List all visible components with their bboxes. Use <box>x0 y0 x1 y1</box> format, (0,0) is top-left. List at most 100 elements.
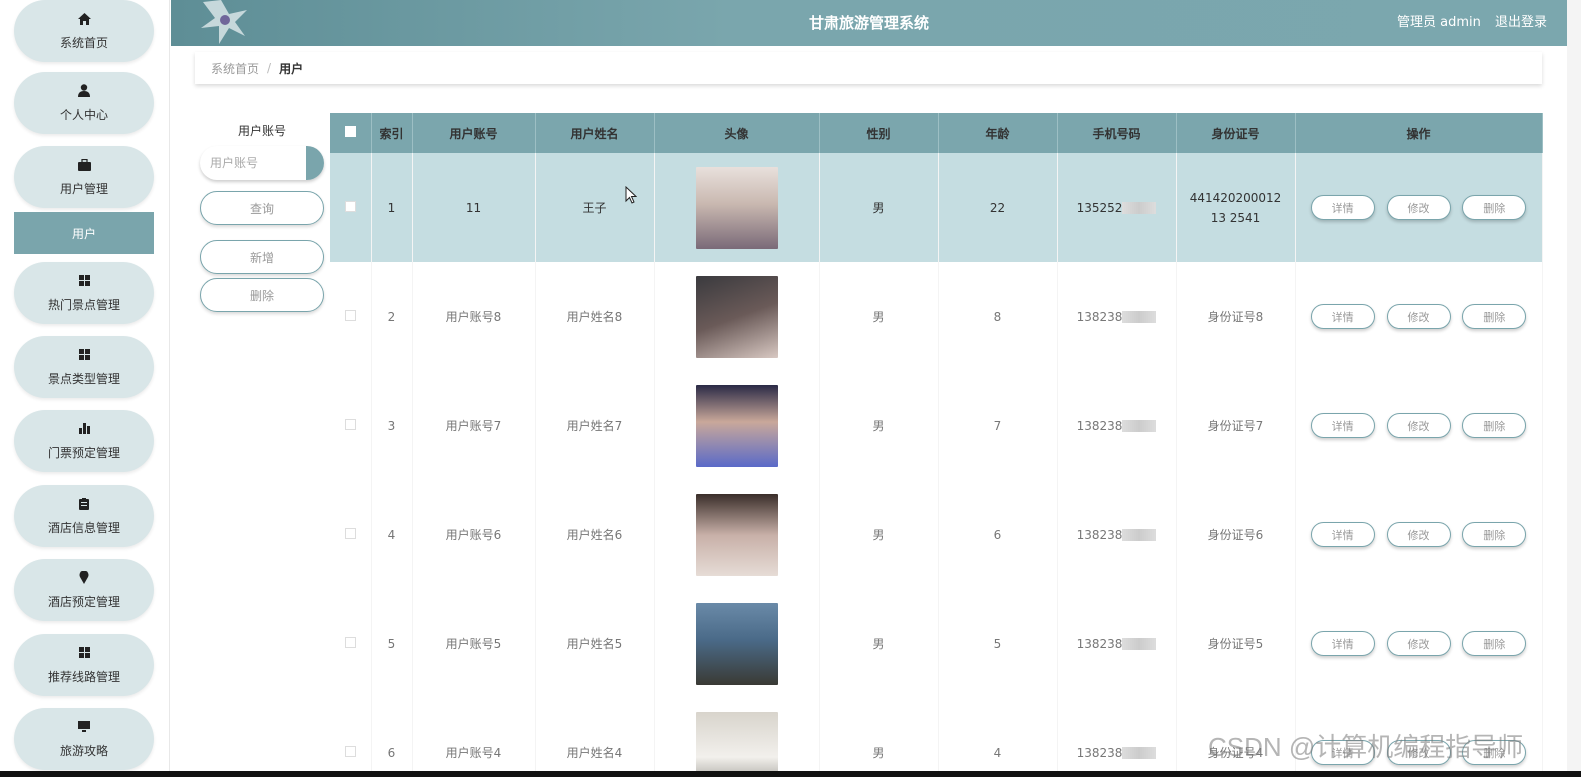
sidebar-item-routes[interactable]: 推荐线路管理 <box>14 634 154 696</box>
edit-button[interactable]: 修改 <box>1386 631 1451 656</box>
account-cell: 11 <box>412 153 536 262</box>
table-row[interactable]: 2 用户账号8 用户姓名8 男 8 138238 身份证号8 详情 修改 删除 <box>330 262 1543 371</box>
edit-button[interactable]: 修改 <box>1386 195 1451 220</box>
row-checkbox[interactable] <box>344 636 356 648</box>
gender-cell: 男 <box>819 153 939 262</box>
grid-icon <box>77 646 91 660</box>
detail-button[interactable]: 详情 <box>1310 631 1375 656</box>
select-all-cell[interactable] <box>330 113 372 153</box>
batch-delete-button[interactable]: 删除 <box>200 278 324 312</box>
phone-redaction <box>1122 747 1157 759</box>
admin-label: 管理员 admin <box>1396 15 1481 30</box>
edit-button[interactable]: 修改 <box>1386 413 1451 438</box>
edit-button[interactable]: 修改 <box>1386 522 1451 547</box>
index-cell: 5 <box>371 589 413 698</box>
mouse-cursor-icon <box>625 186 637 204</box>
table-header-row: 索引 用户账号 用户姓名 头像 性别 年龄 手机号码 身份证号 操作 <box>330 113 1543 153</box>
detail-button[interactable]: 详情 <box>1310 522 1375 547</box>
actions-cell: 详情 修改 删除 <box>1295 371 1543 480</box>
table-row[interactable]: 1 11 王子 男 22 135252 44142020001213 2541 … <box>330 153 1543 262</box>
phone-cell: 138238 <box>1057 480 1177 589</box>
name-cell: 用户姓名6 <box>535 480 655 589</box>
edit-button[interactable]: 修改 <box>1386 304 1451 329</box>
table-row[interactable]: 4 用户账号6 用户姓名6 男 6 138238 身份证号6 详情 修改 删除 <box>330 480 1543 589</box>
sidebar-item-tickets[interactable]: 门票预定管理 <box>14 410 154 472</box>
grid-icon <box>77 348 91 362</box>
idcard-text: 44142020001213 2541 <box>1189 190 1282 225</box>
home-icon <box>77 12 91 26</box>
row-checkbox[interactable] <box>344 418 356 430</box>
table-row[interactable]: 5 用户账号5 用户姓名5 男 5 138238 身份证号5 详情 修改 删除 <box>330 589 1543 698</box>
row-select-cell[interactable] <box>330 698 372 777</box>
vertical-scrollbar[interactable] <box>1567 0 1581 777</box>
sidebar-item-hotels[interactable]: 酒店信息管理 <box>14 485 154 547</box>
idcard-text: 身份证号6 <box>1207 527 1264 542</box>
column-header: 年龄 <box>938 113 1058 153</box>
gender-cell: 男 <box>819 371 939 480</box>
breadcrumb-current: 用户 <box>279 61 304 76</box>
monitor-icon <box>77 720 91 734</box>
breadcrumb-home[interactable]: 系统首页 <box>211 60 259 77</box>
column-header: 性别 <box>819 113 939 153</box>
logout-link[interactable]: 退出登录 <box>1495 15 1547 30</box>
phone-cell: 135252 <box>1057 153 1177 262</box>
column-header: 用户账号 <box>412 113 536 153</box>
sidebar-item-attractions[interactable]: 热门景点管理 <box>14 262 154 324</box>
row-checkbox[interactable] <box>344 200 356 212</box>
query-button[interactable]: 查询 <box>200 191 324 225</box>
detail-button[interactable]: 详情 <box>1310 413 1375 438</box>
detail-button[interactable]: 详情 <box>1310 304 1375 329</box>
delete-button[interactable]: 删除 <box>1462 413 1527 438</box>
row-select-cell[interactable] <box>330 371 372 480</box>
row-checkbox[interactable] <box>344 309 356 321</box>
sidebar-item-label: 用户管理 <box>59 181 108 196</box>
sidebar-item-label: 旅游攻略 <box>59 743 108 758</box>
age-cell: 6 <box>938 480 1058 589</box>
idcard-cell: 身份证号8 <box>1176 262 1296 371</box>
column-header: 索引 <box>371 113 413 153</box>
actions-cell: 详情 修改 删除 <box>1295 589 1543 698</box>
column-header: 头像 <box>654 113 820 153</box>
phone-text: 135252 <box>1076 200 1123 215</box>
row-select-cell[interactable] <box>330 262 372 371</box>
actions-cell: 详情 修改 删除 <box>1295 262 1543 371</box>
sidebar-item-users[interactable]: 用户管理 <box>14 146 154 208</box>
app-title: 甘肃旅游管理系统 <box>808 14 929 32</box>
user-icon <box>77 84 91 98</box>
delete-button[interactable]: 删除 <box>1462 304 1527 329</box>
gender-cell: 男 <box>819 698 939 777</box>
sidebar-item-label: 景点类型管理 <box>47 371 120 386</box>
phone-text: 138238 <box>1076 418 1123 433</box>
table-row[interactable]: 3 用户账号7 用户姓名7 男 7 138238 身份证号7 详情 修改 删除 <box>330 371 1543 480</box>
sidebar-item-home[interactable]: 系统首页 <box>14 0 154 62</box>
account-cell: 用户账号6 <box>412 480 536 589</box>
delete-button[interactable]: 删除 <box>1462 195 1527 220</box>
delete-button[interactable]: 删除 <box>1462 522 1527 547</box>
top-header: 甘肃旅游管理系统 管理员 admin 退出登录 <box>171 0 1567 46</box>
phone-redaction <box>1122 529 1157 541</box>
sidebar-subitem-user[interactable]: 用户 <box>14 212 154 254</box>
age-cell: 7 <box>938 371 1058 480</box>
sidebar-item-attraction-types[interactable]: 景点类型管理 <box>14 336 154 398</box>
column-header: 用户姓名 <box>535 113 655 153</box>
avatar <box>695 602 778 685</box>
select-all-checkbox[interactable] <box>344 126 356 137</box>
phone-text: 138238 <box>1076 636 1123 651</box>
row-checkbox[interactable] <box>344 745 356 757</box>
account-cell: 用户账号4 <box>412 698 536 777</box>
sidebar-item-guides[interactable]: 旅游攻略 <box>14 708 154 770</box>
row-select-cell[interactable] <box>330 589 372 698</box>
detail-button[interactable]: 详情 <box>1310 195 1375 220</box>
actions-cell: 详情 修改 删除 <box>1295 480 1543 589</box>
sidebar-item-label: 门票预定管理 <box>47 445 120 460</box>
actions-cell: 详情 修改 删除 <box>1295 153 1543 262</box>
row-select-cell[interactable] <box>330 480 372 589</box>
sidebar-item-profile[interactable]: 个人中心 <box>14 72 154 134</box>
sidebar-item-hotel-booking[interactable]: 酒店预定管理 <box>14 559 154 621</box>
delete-button[interactable]: 删除 <box>1462 631 1527 656</box>
add-button[interactable]: 新增 <box>200 240 324 274</box>
row-checkbox[interactable] <box>344 527 356 539</box>
row-select-cell[interactable] <box>330 153 372 262</box>
index-cell: 3 <box>371 371 413 480</box>
watermark: CSDN @计算机编程指导师 <box>1208 732 1524 762</box>
